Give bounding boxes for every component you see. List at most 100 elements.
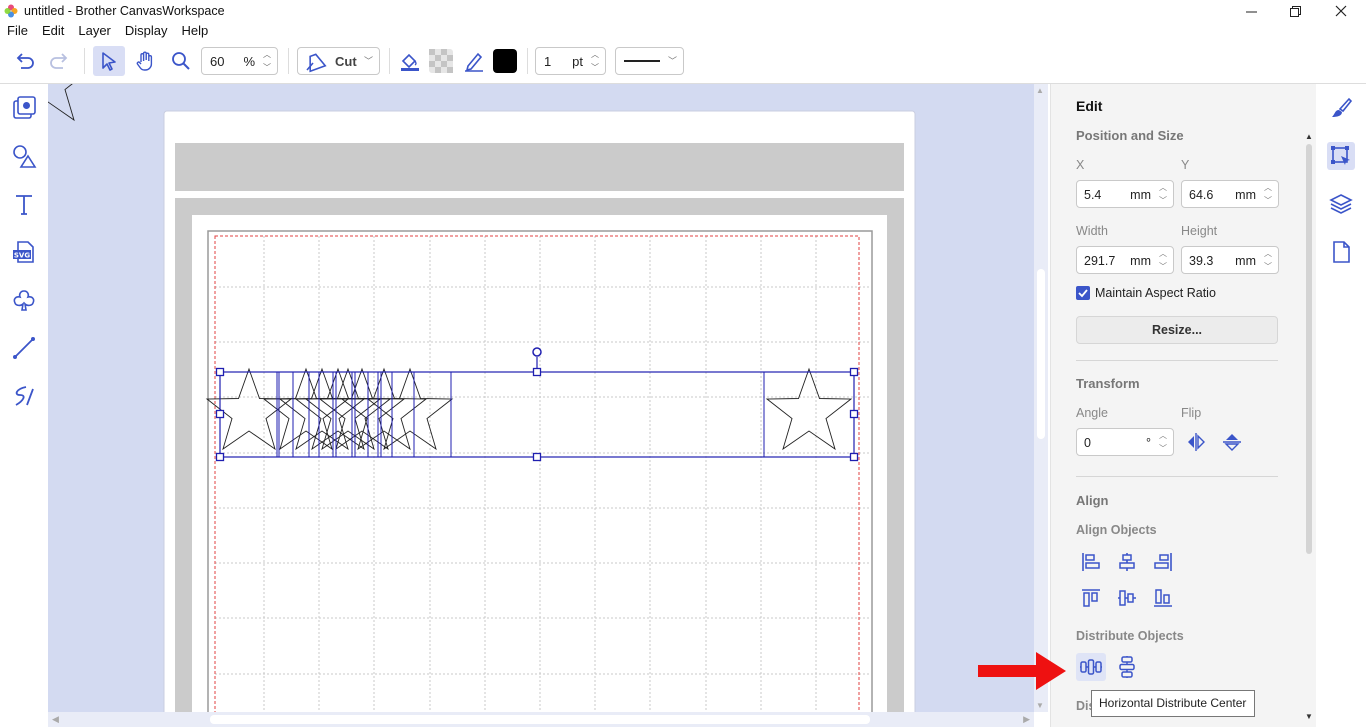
- chevron-up-icon[interactable]: ︿: [1264, 248, 1272, 259]
- height-value: 39.3: [1189, 254, 1214, 268]
- canvas-horizontal-scrollbar[interactable]: ◀ ▶: [48, 712, 1034, 727]
- angle-field[interactable]: 0 ° ︿ ﹀: [1076, 428, 1174, 456]
- freehand-button[interactable]: [10, 382, 38, 410]
- y-stepper[interactable]: ︿ ﹀: [1260, 182, 1276, 206]
- scroll-down-icon[interactable]: ▼: [1036, 701, 1044, 710]
- blob-shape-button[interactable]: [10, 286, 38, 314]
- chevron-up-icon[interactable]: ︿: [1159, 430, 1167, 441]
- close-button[interactable]: [1318, 0, 1364, 22]
- chevron-down-icon[interactable]: ﹀: [1159, 261, 1167, 272]
- transform-heading: Transform: [1076, 376, 1140, 391]
- select-tool-button[interactable]: [93, 46, 125, 76]
- hand-tool-button[interactable]: [130, 46, 160, 76]
- scroll-thumb[interactable]: [210, 715, 870, 724]
- zoom-tool-button[interactable]: [166, 46, 196, 76]
- layers-icon: [1329, 194, 1353, 214]
- vertical-distribute-center-button[interactable]: [1112, 653, 1142, 681]
- undo-button[interactable]: [10, 46, 40, 76]
- angle-stepper[interactable]: ︿ ﹀: [1155, 430, 1171, 454]
- flip-vertical-icon: [1223, 434, 1241, 451]
- menu-file[interactable]: File: [0, 22, 35, 40]
- line-tool-button[interactable]: [10, 334, 38, 362]
- chevron-up-icon[interactable]: ︿: [263, 49, 271, 60]
- stroke-width-stepper[interactable]: ︿ ﹀: [587, 49, 603, 73]
- zoom-stepper[interactable]: ︿ ﹀: [259, 49, 275, 73]
- rotate-handle[interactable]: [532, 347, 542, 357]
- chevron-down-icon[interactable]: ﹀: [1159, 443, 1167, 454]
- canvas-vertical-scrollbar[interactable]: ▲ ▼: [1034, 84, 1048, 712]
- chevron-down-icon[interactable]: ﹀: [1264, 195, 1272, 206]
- edit-tab[interactable]: [1327, 142, 1355, 170]
- width-stepper[interactable]: ︿ ﹀: [1155, 248, 1171, 272]
- x-field[interactable]: 5.4 mm ︿ ﹀: [1076, 180, 1174, 208]
- scroll-right-icon[interactable]: ▶: [1023, 714, 1030, 725]
- scroll-up-icon[interactable]: ▲: [1036, 86, 1044, 95]
- y-field[interactable]: 64.6 mm ︿ ﹀: [1181, 180, 1279, 208]
- mode-dropdown[interactable]: Cut ﹀: [297, 47, 380, 75]
- stroke-width-input[interactable]: 1 pt ︿ ﹀: [535, 47, 606, 75]
- redo-button[interactable]: [44, 46, 74, 76]
- pen-icon: [465, 52, 483, 72]
- menu-display[interactable]: Display: [118, 22, 175, 40]
- text-button[interactable]: [10, 190, 38, 218]
- shapes-button[interactable]: [10, 142, 38, 170]
- maintain-aspect-label[interactable]: Maintain Aspect Ratio: [1095, 286, 1216, 300]
- menu-edit[interactable]: Edit: [35, 22, 71, 40]
- horizontal-distribute-center-button[interactable]: [1076, 653, 1106, 681]
- chevron-up-icon[interactable]: ︿: [1159, 182, 1167, 193]
- line-color-swatch[interactable]: [491, 46, 519, 76]
- chevron-down-icon[interactable]: ﹀: [263, 62, 271, 73]
- align-left-button[interactable]: [1076, 548, 1106, 576]
- flip-vertical-button[interactable]: [1217, 428, 1247, 456]
- chevron-down-icon[interactable]: ﹀: [591, 62, 599, 73]
- align-right-button[interactable]: [1148, 548, 1178, 576]
- page-tab[interactable]: [1327, 238, 1355, 266]
- align-top-button[interactable]: [1076, 584, 1106, 612]
- maintain-aspect-checkbox[interactable]: [1076, 286, 1090, 300]
- line-icon: [13, 337, 35, 359]
- workspace-drawing[interactable]: [48, 84, 1034, 712]
- canvas-area[interactable]: [48, 84, 1034, 712]
- x-unit: mm: [1130, 188, 1151, 202]
- scroll-up-icon[interactable]: ▲: [1305, 132, 1313, 141]
- height-stepper[interactable]: ︿ ﹀: [1260, 248, 1276, 272]
- zoom-unit: %: [243, 53, 255, 69]
- chevron-down-icon[interactable]: ﹀: [1159, 195, 1167, 206]
- scroll-thumb[interactable]: [1037, 269, 1045, 439]
- fill-color-button[interactable]: [396, 46, 424, 76]
- chevron-up-icon[interactable]: ︿: [1264, 182, 1272, 193]
- panel-scroll-thumb[interactable]: [1306, 144, 1312, 554]
- align-middle-button[interactable]: [1112, 584, 1142, 612]
- restore-button[interactable]: [1272, 0, 1318, 22]
- chevron-up-icon[interactable]: ︿: [591, 49, 599, 60]
- align-center-button[interactable]: [1112, 548, 1142, 576]
- menu-layer[interactable]: Layer: [71, 22, 118, 40]
- fill-swatch[interactable]: [427, 46, 455, 76]
- chevron-up-icon[interactable]: ︿: [1159, 248, 1167, 259]
- toolbar-separator: [527, 48, 528, 74]
- y-label: Y: [1181, 158, 1190, 172]
- y-value: 64.6: [1189, 188, 1214, 202]
- svg-import-button[interactable]: SVG: [10, 238, 38, 266]
- zoom-input[interactable]: 60 % ︿ ﹀: [201, 47, 278, 75]
- menu-help[interactable]: Help: [175, 22, 216, 40]
- angle-value: 0: [1084, 436, 1091, 450]
- scroll-down-icon[interactable]: ▼: [1305, 712, 1313, 721]
- zoom-value: 60: [210, 53, 225, 69]
- resize-button[interactable]: Resize...: [1076, 316, 1278, 344]
- align-right-icon: [1154, 553, 1172, 571]
- align-bottom-button[interactable]: [1148, 584, 1178, 612]
- scroll-left-icon[interactable]: ◀: [52, 714, 59, 725]
- width-field[interactable]: 291.7 mm ︿ ﹀: [1076, 246, 1174, 274]
- object-panel-button[interactable]: [10, 94, 38, 122]
- brush-tab[interactable]: [1327, 94, 1355, 122]
- flip-horizontal-button[interactable]: [1181, 428, 1211, 456]
- height-field[interactable]: 39.3 mm ︿ ﹀: [1181, 246, 1279, 274]
- line-style-dropdown[interactable]: ﹀: [615, 47, 684, 75]
- layers-tab[interactable]: [1327, 190, 1355, 218]
- page-icon: [1333, 241, 1350, 263]
- chevron-down-icon[interactable]: ﹀: [1264, 261, 1272, 272]
- x-stepper[interactable]: ︿ ﹀: [1155, 182, 1171, 206]
- minimize-button[interactable]: [1228, 0, 1274, 22]
- line-color-button[interactable]: [460, 46, 488, 76]
